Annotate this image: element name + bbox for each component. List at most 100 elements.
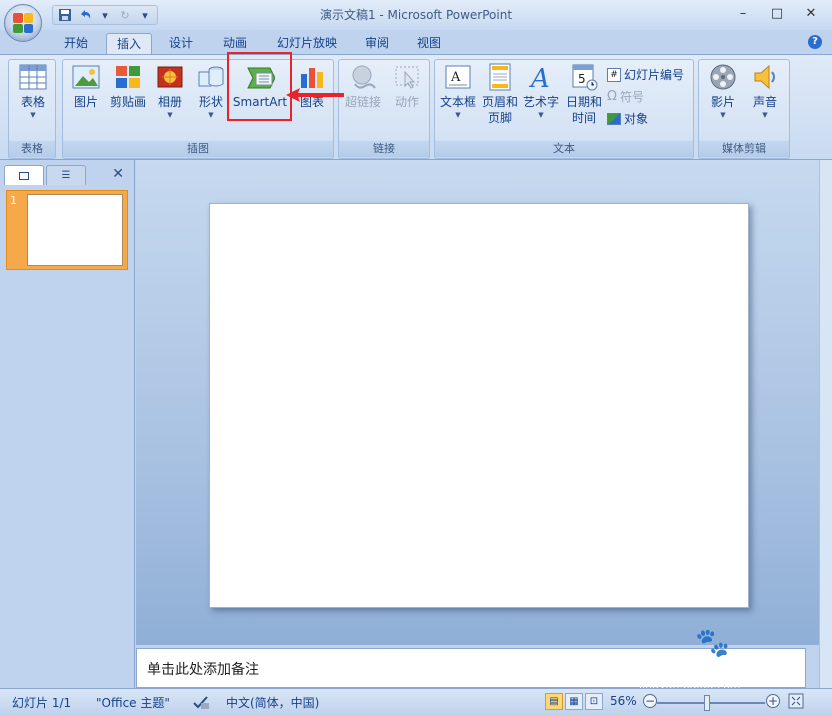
chevron-down-icon: ▼ [720, 111, 726, 119]
maximize-button[interactable]: □ [760, 2, 794, 24]
zoom-slider-thumb[interactable] [704, 695, 711, 711]
ribbon: 表格 ▼ 表格 图片 剪贴画 相册 ▼ 形状 ▼ SmartArt 图表 插图 … [0, 54, 832, 160]
chevron-down-icon: ▼ [455, 111, 461, 119]
slide-sorter-view-button[interactable]: ▦ [565, 693, 583, 710]
spelling-check-icon[interactable] [192, 694, 210, 713]
header-footer-label-2: 页脚 [487, 111, 512, 125]
symbol-button[interactable]: Ω 符号 [607, 88, 644, 105]
movie-button[interactable]: 影片 ▼ [703, 62, 743, 120]
notes-placeholder: 单击此处添加备注 [147, 662, 259, 678]
picture-button[interactable]: 图片 [67, 62, 105, 110]
wordart-label: 艺术字 [522, 95, 559, 109]
close-icon[interactable]: ✕ [112, 166, 124, 182]
normal-view-button[interactable]: ▤ [545, 693, 563, 710]
slides-tab[interactable] [4, 165, 44, 185]
slide-canvas[interactable] [209, 203, 749, 608]
photo-album-icon [155, 62, 185, 92]
sound-button[interactable]: 声音 ▼ [745, 62, 785, 120]
chevron-down-icon: ▼ [208, 111, 214, 119]
omega-icon: Ω [607, 89, 617, 104]
title-bar: ▾ ↻ ▾ 演示文稿1 - Microsoft PowerPoint – □ ✕ [0, 0, 832, 30]
svg-text:A: A [450, 70, 461, 85]
vertical-scrollbar[interactable] [819, 160, 832, 688]
object-button[interactable]: 对象 [607, 110, 648, 127]
clipart-icon [113, 62, 143, 92]
date-time-button[interactable]: 5 日期和 时间 [563, 62, 605, 126]
language-indicator[interactable]: 中文(简体，中国) [226, 694, 319, 711]
chart-button[interactable]: 图表 [293, 62, 331, 110]
group-illustrations: 图片 剪贴画 相册 ▼ 形状 ▼ SmartArt 图表 插图 [62, 59, 334, 159]
wordart-icon: A [526, 62, 556, 92]
photo-album-label: 相册 [157, 95, 182, 109]
smartart-highlight-box [227, 52, 292, 121]
red-arrow-icon [286, 88, 344, 102]
photo-album-button[interactable]: 相册 ▼ [151, 62, 189, 120]
group-tables: 表格 ▼ 表格 [8, 59, 56, 159]
object-icon [607, 112, 621, 125]
slide-thumbnail-selected[interactable]: 1 [6, 190, 128, 270]
slide-number-button[interactable]: # 幻灯片编号 [607, 66, 684, 83]
symbol-label: 符号 [619, 90, 644, 104]
baidu-watermark: 🐾 Bai经验 jingyan.baidu.com [637, 626, 787, 692]
zoom-in-button[interactable]: + [766, 694, 780, 708]
header-footer-button[interactable]: 页眉和 页脚 [479, 62, 521, 126]
shapes-button[interactable]: 形状 ▼ [193, 62, 229, 120]
window-controls: – □ ✕ [726, 2, 828, 24]
theme-name[interactable]: "Office 主题" [96, 694, 170, 711]
hyperlink-button[interactable]: 超链接 [341, 62, 385, 110]
slide-thumbnail[interactable] [27, 194, 123, 266]
chevron-down-icon: ▼ [30, 111, 36, 119]
tab-view[interactable]: 视图 [408, 33, 450, 54]
status-bar: 幻灯片 1/1 "Office 主题" 中文(简体，中国) ▤ ▦ ⊡ 56% … [0, 688, 832, 716]
tab-insert[interactable]: 插入 [106, 33, 152, 54]
tab-review[interactable]: 审阅 [356, 33, 398, 54]
fit-to-window-button[interactable] [788, 693, 804, 712]
textbox-icon: A [443, 62, 473, 92]
minimize-button[interactable]: – [726, 2, 760, 24]
outline-tab[interactable]: ☰ [46, 165, 86, 185]
office-logo-icon [13, 13, 33, 33]
speaker-icon [750, 62, 780, 92]
tab-home[interactable]: 开始 [55, 33, 97, 54]
action-label: 动作 [394, 95, 419, 109]
film-reel-icon [708, 62, 738, 92]
table-icon [18, 62, 48, 92]
slideshow-view-button[interactable]: ⊡ [585, 693, 603, 710]
action-button[interactable]: 动作 [387, 62, 427, 110]
clipart-label: 剪贴画 [109, 95, 146, 109]
shapes-icon [196, 62, 226, 92]
calendar-icon: 5 [569, 62, 599, 92]
help-icon[interactable]: ? [808, 35, 822, 49]
office-button[interactable] [4, 4, 42, 42]
group-label-links: 链接 [339, 141, 429, 157]
close-button[interactable]: ✕ [794, 2, 828, 24]
clipart-button[interactable]: 剪贴画 [107, 62, 149, 110]
slide-counter: 幻灯片 1/1 [12, 696, 72, 710]
zoom-out-button[interactable]: − [643, 694, 657, 708]
textbox-button[interactable]: A 文本框 ▼ [437, 62, 479, 120]
globe-link-icon [348, 62, 378, 92]
header-footer-label-1: 页眉和 [481, 95, 518, 109]
picture-icon [71, 62, 101, 92]
movie-label: 影片 [710, 95, 735, 109]
tab-slideshow[interactable]: 幻灯片放映 [270, 33, 344, 54]
group-media: 影片 ▼ 声音 ▼ 媒体剪辑 [698, 59, 790, 159]
shapes-label: 形状 [198, 95, 223, 109]
group-label-illustrations: 插图 [63, 141, 333, 157]
slides-panel: ☰ ✕ 1 [0, 160, 135, 688]
group-label-tables: 表格 [9, 141, 55, 157]
object-label: 对象 [624, 112, 649, 126]
outline-tab-icon: ☰ [61, 170, 71, 181]
tab-design[interactable]: 设计 [160, 33, 202, 54]
wordart-button[interactable]: A 艺术字 ▼ [521, 62, 561, 120]
svg-text:A: A [529, 64, 550, 91]
zoom-slider-track[interactable] [657, 702, 765, 704]
chevron-down-icon: ▼ [538, 111, 544, 119]
zoom-level[interactable]: 56% [610, 694, 637, 708]
table-button[interactable]: 表格 ▼ [13, 62, 53, 120]
group-label-media: 媒体剪辑 [699, 141, 789, 157]
table-label: 表格 [20, 95, 45, 109]
chevron-down-icon: ▼ [762, 111, 768, 119]
svg-text:5: 5 [578, 72, 586, 86]
tab-animations[interactable]: 动画 [214, 33, 256, 54]
